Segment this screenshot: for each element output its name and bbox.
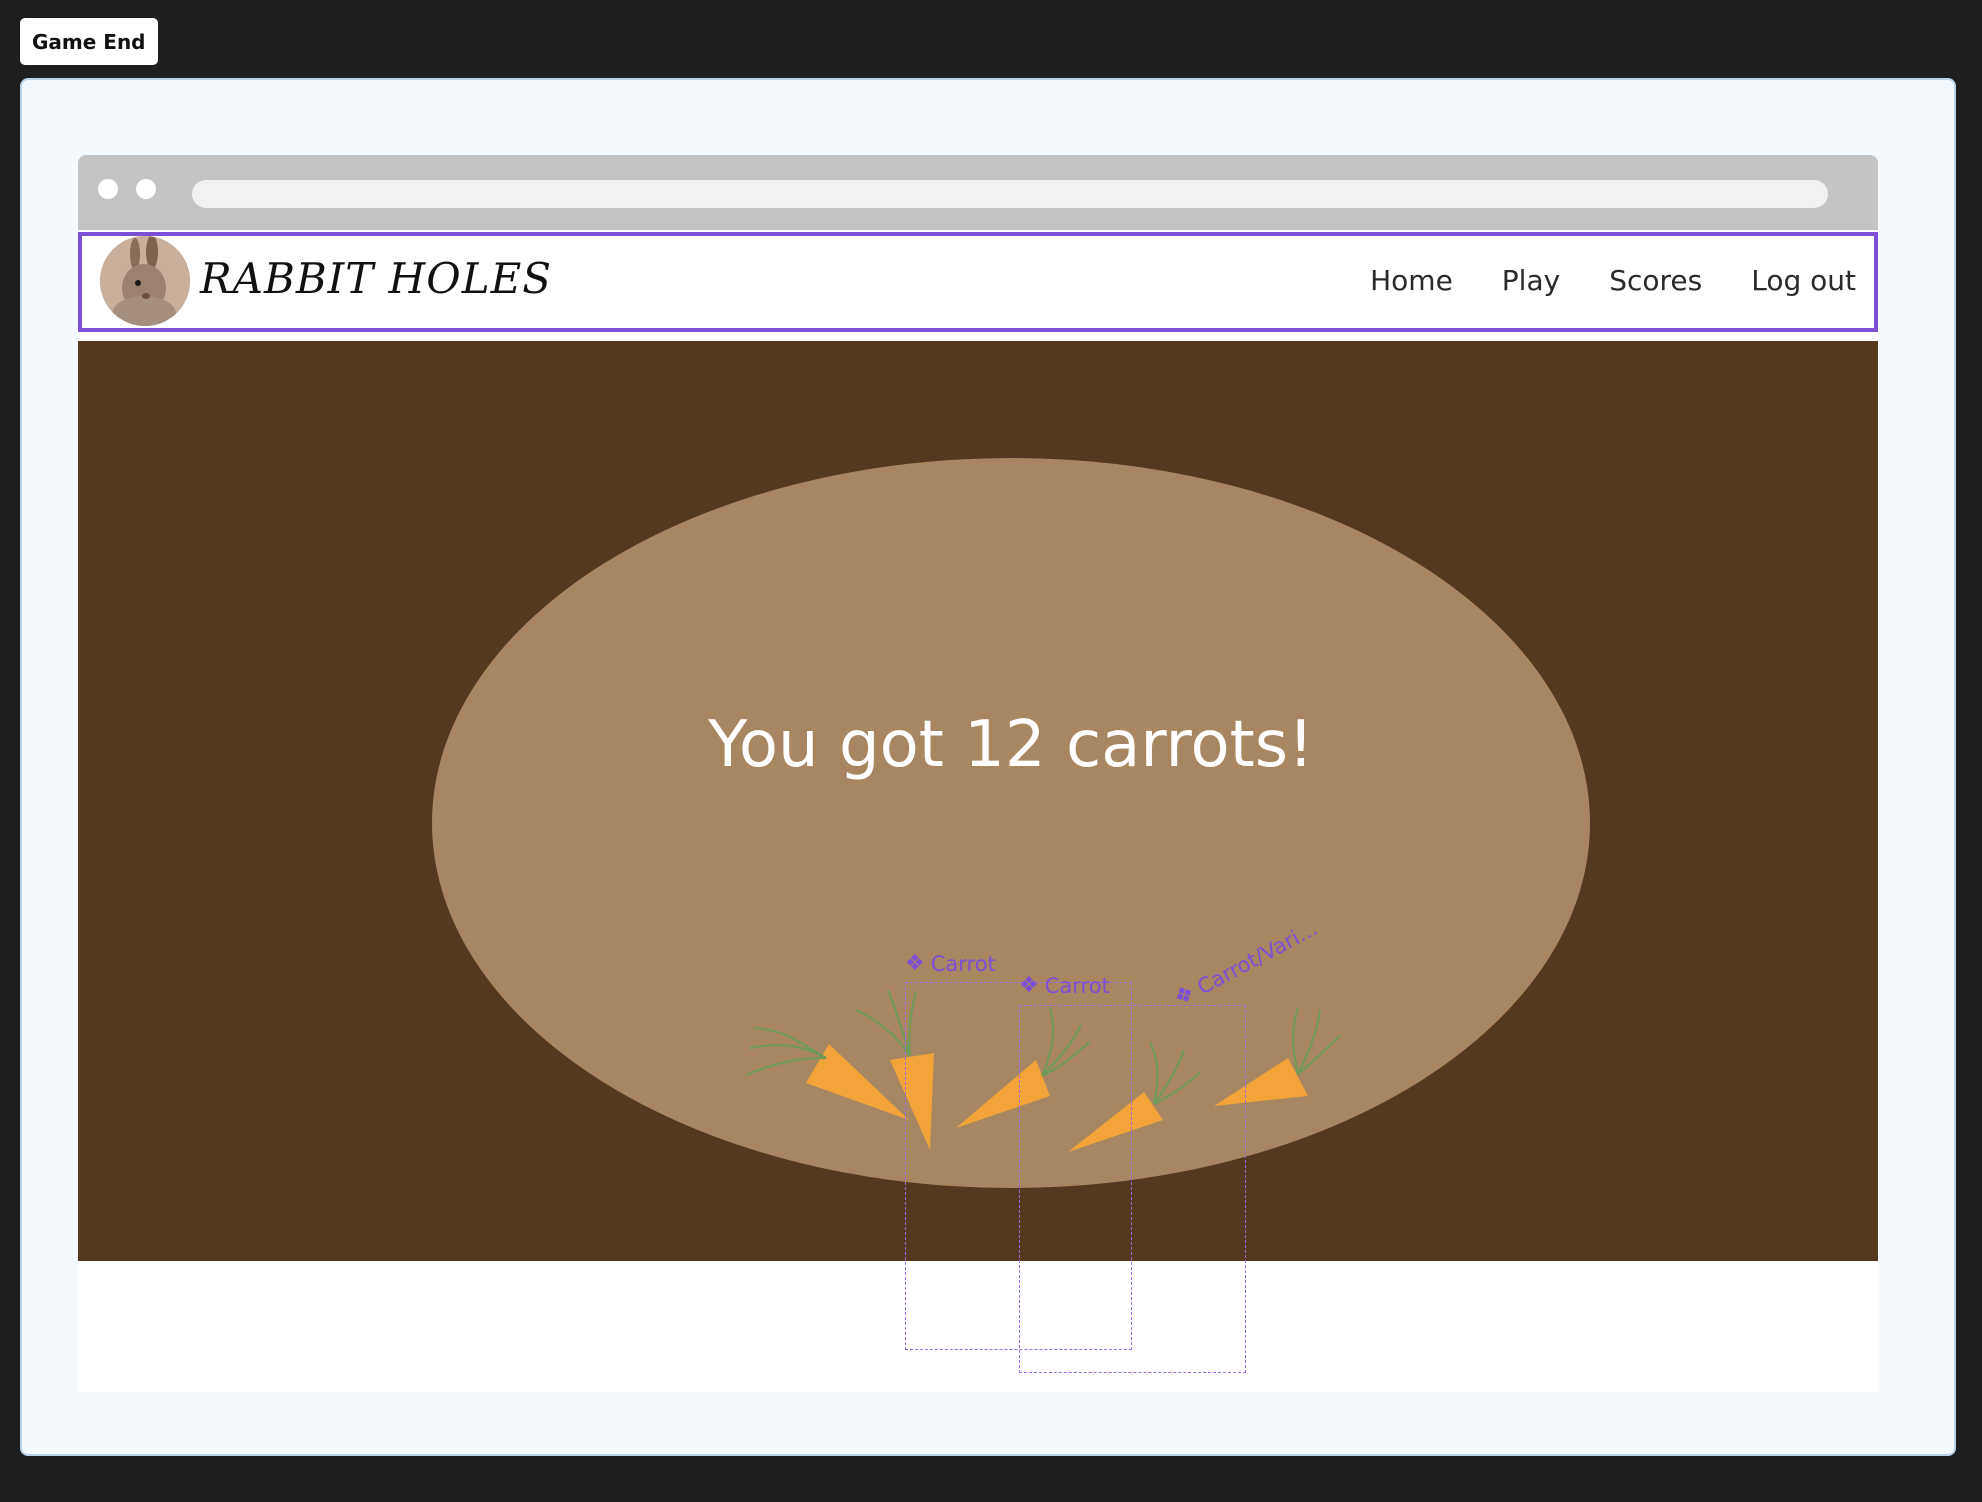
component-name: Carrot: [1044, 973, 1110, 998]
component-label[interactable]: ❖ Carrot: [1019, 973, 1110, 998]
address-bar[interactable]: [192, 180, 1828, 208]
carrot-icon[interactable]: [745, 1026, 909, 1120]
window-dot: [136, 179, 156, 199]
component-name: Carrot: [930, 951, 996, 976]
component-label[interactable]: ❖ Carrot: [905, 951, 996, 976]
window-dot: [98, 179, 118, 199]
frame-label[interactable]: Game End: [20, 18, 158, 65]
browser-chrome: [78, 155, 1878, 230]
component-icon: ❖: [1019, 973, 1039, 998]
carrot-selection-box[interactable]: [1019, 1005, 1246, 1373]
component-icon: ❖: [905, 951, 925, 976]
web-page: RABBIT HOLES Home Play Scores Log out Yo…: [78, 230, 1878, 1392]
